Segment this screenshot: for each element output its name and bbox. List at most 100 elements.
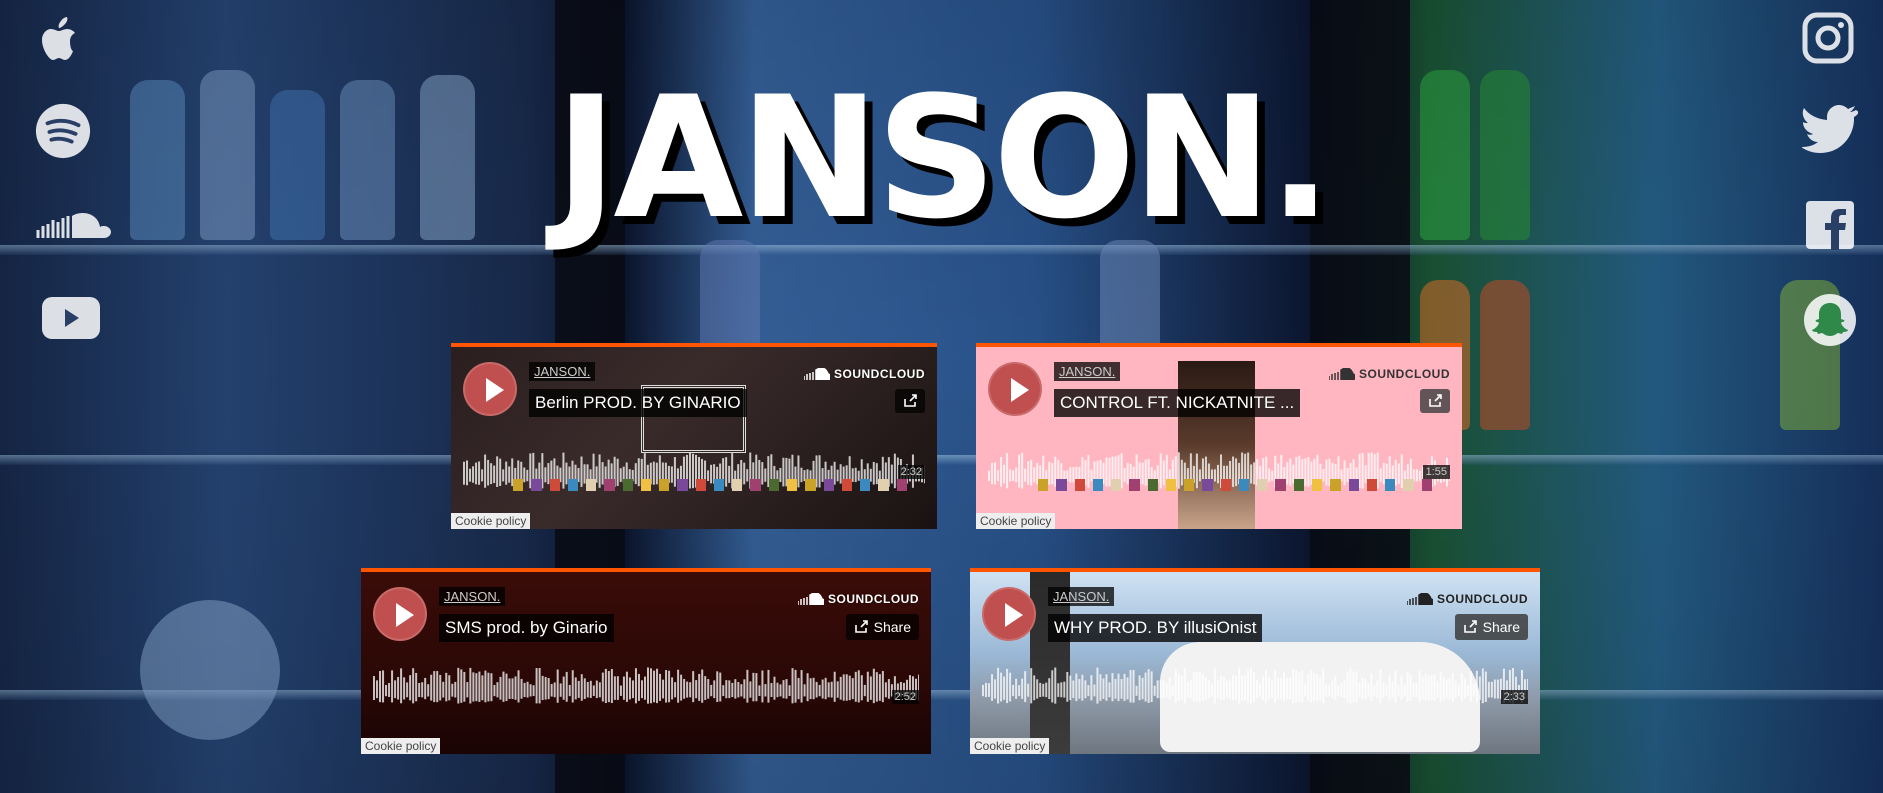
comment-avatar[interactable]: [549, 479, 560, 491]
comment-avatar[interactable]: [860, 479, 871, 491]
soundcloud-logo[interactable]: SOUNDCLOUD: [804, 367, 925, 381]
comment-avatar[interactable]: [1165, 479, 1177, 491]
comment-avatar[interactable]: [805, 479, 816, 491]
comment-avatar[interactable]: [1403, 479, 1414, 491]
waveform-bar: [1102, 678, 1105, 699]
comment-avatar[interactable]: [622, 479, 633, 491]
comment-avatar[interactable]: [1147, 479, 1158, 491]
share-button[interactable]: [895, 389, 925, 413]
artist-link[interactable]: JANSON.: [439, 587, 506, 606]
comment-avatar[interactable]: [1330, 479, 1341, 491]
comment-avatar[interactable]: [878, 479, 889, 491]
comment-avatar[interactable]: [604, 479, 615, 491]
cookie-policy-link[interactable]: Cookie policy: [976, 513, 1056, 529]
play-button[interactable]: [463, 362, 517, 416]
facebook-icon[interactable]: [1805, 200, 1855, 250]
comment-avatar[interactable]: [513, 479, 524, 491]
waveform-bar: [716, 671, 719, 702]
comment-avatar[interactable]: [1092, 479, 1104, 491]
waveform-bar: [538, 668, 541, 704]
comment-avatar[interactable]: [713, 479, 725, 491]
instagram-icon[interactable]: [1802, 12, 1854, 64]
comment-avatar[interactable]: [768, 479, 779, 491]
twitter-icon[interactable]: [1802, 104, 1858, 154]
comment-avatar[interactable]: [1111, 479, 1122, 491]
artist-link[interactable]: JANSON.: [1054, 362, 1121, 381]
waveform-bar: [1075, 673, 1078, 702]
waveform-bar: [1394, 670, 1397, 703]
comment-avatar[interactable]: [1184, 479, 1195, 491]
waveform-bar: [595, 680, 598, 699]
soundcloud-player[interactable]: JANSON. Berlin PROD. BY GINARIO SOUNDCLO…: [451, 343, 937, 529]
track-title[interactable]: SMS prod. by Ginario: [439, 614, 614, 642]
snapchat-icon[interactable]: [1803, 293, 1857, 347]
waveform-bar: [502, 671, 505, 702]
waveform-bar: [1403, 684, 1406, 697]
soundcloud-logo[interactable]: SOUNDCLOUD: [798, 592, 919, 606]
comment-avatar[interactable]: [1129, 479, 1140, 491]
comment-avatar[interactable]: [659, 479, 670, 491]
comment-avatar[interactable]: [677, 479, 688, 491]
artist-link[interactable]: JANSON.: [1048, 587, 1115, 606]
waveform-bar: [1433, 674, 1436, 701]
waveform-bar: [1177, 673, 1180, 701]
comment-avatar[interactable]: [1056, 479, 1067, 491]
comment-avatar[interactable]: [732, 479, 743, 491]
comment-avatar[interactable]: [531, 479, 542, 491]
waveform-bar: [884, 682, 887, 698]
comment-avatar[interactable]: [586, 479, 597, 491]
comment-avatar[interactable]: [1366, 479, 1378, 491]
comment-avatar[interactable]: [750, 479, 761, 491]
waveform-bar: [1219, 675, 1222, 701]
comment-avatar[interactable]: [1074, 479, 1085, 491]
soundcloud-logo[interactable]: SOUNDCLOUD: [1329, 367, 1450, 381]
cookie-policy-link[interactable]: Cookie policy: [970, 738, 1050, 754]
waveform-bar: [1069, 675, 1072, 701]
track-title[interactable]: CONTROL FT. NICKATNITE ...: [1054, 389, 1301, 417]
spotify-icon[interactable]: [34, 102, 92, 160]
cookie-policy-link[interactable]: Cookie policy: [451, 513, 531, 529]
comment-avatar[interactable]: [1257, 479, 1268, 491]
soundcloud-logo[interactable]: SOUNDCLOUD: [1407, 592, 1528, 606]
share-button[interactable]: [1420, 389, 1450, 413]
comment-avatar[interactable]: [786, 479, 798, 491]
share-button[interactable]: Share: [845, 614, 919, 640]
comment-avatar[interactable]: [841, 479, 853, 491]
soundcloud-player[interactable]: JANSON. WHY PROD. BY illusiOnist SOUNDCL…: [970, 568, 1540, 754]
waveform[interactable]: [373, 662, 921, 706]
play-button[interactable]: [988, 362, 1042, 416]
waveform-bar: [463, 671, 466, 702]
waveform-bar: [619, 685, 622, 696]
youtube-icon[interactable]: [40, 295, 102, 341]
comment-avatar[interactable]: [1311, 479, 1323, 491]
comment-avatar[interactable]: [1348, 479, 1359, 491]
comment-avatar[interactable]: [567, 479, 579, 491]
track-title[interactable]: WHY PROD. BY illusiOnist: [1048, 614, 1263, 642]
waveform-bar: [1084, 680, 1087, 699]
share-button[interactable]: Share: [1454, 614, 1528, 640]
waveform-bar: [764, 684, 767, 697]
waveform[interactable]: [982, 662, 1530, 706]
comment-avatar[interactable]: [1293, 479, 1304, 491]
comment-avatar[interactable]: [1238, 479, 1250, 491]
soundcloud-player[interactable]: JANSON. CONTROL FT. NICKATNITE ... SOUND…: [976, 343, 1462, 529]
comment-avatar[interactable]: [896, 479, 907, 491]
play-button[interactable]: [373, 587, 427, 641]
comment-avatar[interactable]: [1038, 479, 1049, 491]
comment-avatar[interactable]: [640, 479, 652, 491]
waveform-bar: [613, 676, 616, 700]
comment-avatar[interactable]: [1220, 479, 1231, 491]
track-title[interactable]: Berlin PROD. BY GINARIO: [529, 389, 747, 417]
comment-avatar[interactable]: [1421, 479, 1432, 491]
play-button[interactable]: [982, 587, 1036, 641]
comment-avatar[interactable]: [1275, 479, 1286, 491]
soundcloud-icon[interactable]: [36, 198, 112, 248]
comment-avatar[interactable]: [1202, 479, 1213, 491]
cookie-policy-link[interactable]: Cookie policy: [361, 738, 441, 754]
apple-music-icon[interactable]: [30, 10, 90, 70]
artist-link[interactable]: JANSON.: [529, 362, 596, 381]
soundcloud-player[interactable]: JANSON. SMS prod. by Ginario SOUNDCLOUD …: [361, 568, 931, 754]
comment-avatar[interactable]: [1385, 479, 1396, 491]
comment-avatar[interactable]: [695, 479, 706, 491]
comment-avatar[interactable]: [823, 479, 834, 491]
